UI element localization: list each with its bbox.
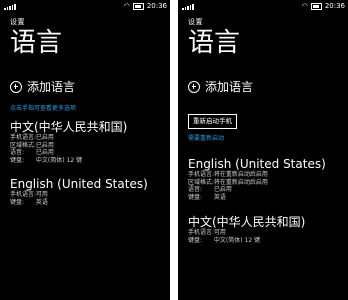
language-detail: 手机语言: 可用 — [188, 229, 226, 236]
clock: 20:36 — [146, 2, 167, 10]
add-language-label: 添加语言 — [27, 80, 76, 94]
language-detail: 键盘: 中文(简体) 12 键 — [10, 156, 83, 164]
phone-screen-after: ◠ 20:36 设置 语言 添加语言 重新启动手机 需要重新启动 English… — [178, 0, 348, 300]
language-item-english[interactable]: English (United States) 手机语言: 将在重新启动后启用 … — [188, 157, 326, 201]
battery-icon — [132, 2, 144, 10]
language-detail: 键盘: 英语 — [188, 193, 226, 201]
language-item-chinese[interactable]: 中文(中华人民共和国) 手机语言: 已启用 区域格式: 已启用 语音: 已启用 … — [10, 120, 127, 164]
page-title: 语言 — [10, 28, 63, 58]
language-item-chinese[interactable]: 中文(中华人民共和国) 手机语言: 可用 键盘: 中文(简体) 12 键 — [188, 215, 305, 244]
battery-icon — [310, 2, 322, 10]
add-icon — [188, 80, 200, 93]
language-name: 中文(中华人民共和国) — [188, 215, 306, 229]
restart-phone-button[interactable]: 重新启动手机 — [188, 114, 237, 129]
add-language-button[interactable]: 添加语言 — [188, 78, 253, 95]
add-language-button[interactable]: 添加语言 — [10, 78, 75, 95]
language-detail: 区域格式: 已启用 — [10, 141, 54, 149]
add-icon — [10, 80, 22, 93]
breadcrumb: 设置 — [10, 18, 25, 26]
language-detail: 键盘: 中文(简体) 12 键 — [188, 236, 261, 244]
language-detail: 区域格式: 将在重新启动后启用 — [188, 178, 268, 186]
phone-screen-before: ◠ 20:36 设置 语言 添加语言 点击手指可查看更多选项 中文(中华人民共和… — [0, 0, 170, 300]
language-detail: 语音: 已启用 — [188, 186, 232, 193]
language-detail: 手机语言: 将在重新启动后启用 — [188, 171, 268, 178]
language-name: 中文(中华人民共和国) — [10, 120, 128, 134]
language-detail: 键盘: 英语 — [10, 198, 48, 206]
language-name: English (United States) — [188, 157, 326, 171]
status-bar: ◠ 20:36 — [178, 0, 348, 12]
more-options-link[interactable]: 点击手指可查看更多选项 — [10, 103, 76, 112]
clock: 20:36 — [324, 2, 345, 10]
add-language-label: 添加语言 — [205, 80, 254, 94]
page-title: 语言 — [188, 28, 241, 58]
restart-required-link[interactable]: 需要重新启动 — [188, 133, 224, 142]
language-detail: 手机语言: 可用 — [10, 191, 48, 198]
wifi-icon: ◠ — [123, 1, 130, 10]
wifi-icon: ◠ — [301, 1, 308, 10]
language-item-english[interactable]: English (United States) 手机语言: 可用 键盘: 英语 — [10, 177, 148, 206]
language-name: English (United States) — [10, 177, 148, 191]
breadcrumb: 设置 — [188, 18, 203, 26]
language-detail: 语音: 已启用 — [10, 149, 54, 156]
language-detail: 手机语言: 已启用 — [10, 134, 54, 141]
status-bar: ◠ 20:36 — [0, 0, 170, 12]
signal-icon — [4, 3, 19, 10]
signal-icon — [182, 3, 197, 10]
